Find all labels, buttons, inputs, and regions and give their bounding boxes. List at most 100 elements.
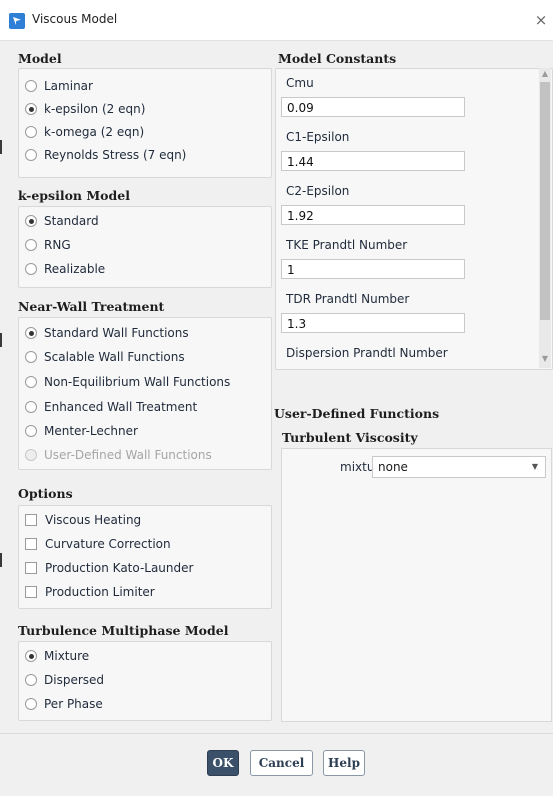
option-production-kato-launder[interactable]: Production Kato-Launder: [25, 557, 193, 579]
checkbox[interactable]: [25, 538, 37, 550]
title-bar: Viscous Model ×: [0, 0, 553, 41]
constant-input-c1-epsilon[interactable]: 1.44: [281, 151, 465, 171]
turbulent-viscosity-dropdown[interactable]: none ▼: [372, 456, 546, 478]
kepsilon-option-label: Realizable: [44, 262, 106, 276]
model-section-title: Model: [18, 51, 62, 66]
kepsilon-panel: Standard RNG Realizable: [18, 206, 272, 288]
checkbox[interactable]: [25, 562, 37, 574]
near-wall-option-label: Menter-Lechner: [44, 424, 138, 438]
radio-button[interactable]: [25, 149, 37, 161]
kepsilon-option-rng[interactable]: RNG: [25, 234, 71, 256]
model-option-label: Reynolds Stress (7 eqn): [44, 148, 187, 162]
close-button[interactable]: ×: [529, 8, 553, 32]
option-viscous-heating[interactable]: Viscous Heating: [25, 509, 141, 531]
chevron-down-icon: ▼: [531, 462, 538, 471]
udf-subtitle: Turbulent Viscosity: [282, 430, 418, 445]
kepsilon-section-title: k-epsilon Model: [18, 188, 130, 203]
constant-label-tdr-prandtl: TDR Prandtl Number: [286, 292, 410, 306]
background-edge-mark: [0, 333, 2, 347]
multiphase-option-per-phase[interactable]: Per Phase: [25, 693, 103, 715]
radio-button-selected[interactable]: [25, 650, 37, 662]
help-button[interactable]: Help: [323, 750, 365, 776]
radio-button-selected[interactable]: [25, 327, 37, 339]
dropdown-value: none: [378, 460, 408, 474]
options-section-title: Options: [18, 486, 73, 501]
near-wall-option-label: Enhanced Wall Treatment: [44, 400, 198, 414]
near-wall-option-label: User-Defined Wall Functions: [44, 448, 212, 462]
radio-button[interactable]: [25, 263, 37, 275]
near-wall-option-enhanced[interactable]: Enhanced Wall Treatment: [25, 396, 197, 418]
options-panel: Viscous Heating Curvature Correction Pro…: [18, 505, 272, 609]
multiphase-option-label: Dispersed: [44, 673, 105, 687]
constant-label-tke-prandtl: TKE Prandtl Number: [286, 238, 408, 252]
radio-button[interactable]: [25, 674, 37, 686]
radio-button-disabled: [25, 449, 37, 461]
near-wall-option-user-defined: User-Defined Wall Functions: [25, 444, 212, 466]
multiphase-option-dispersed[interactable]: Dispersed: [25, 669, 104, 691]
model-panel: Laminar k-epsilon (2 eqn) k-omega (2 eqn…: [18, 68, 272, 178]
background-edge-mark: [0, 140, 2, 154]
kepsilon-option-label: RNG: [44, 238, 71, 252]
window-title: Viscous Model: [32, 12, 118, 26]
constant-input-tdr-prandtl[interactable]: 1.3: [281, 313, 465, 333]
radio-button[interactable]: [25, 126, 37, 138]
option-label: Production Kato-Launder: [45, 561, 194, 575]
radio-button[interactable]: [25, 239, 37, 251]
near-wall-option-menter-lechner[interactable]: Menter-Lechner: [25, 420, 138, 442]
radio-button[interactable]: [25, 80, 37, 92]
near-wall-section-title: Near-Wall Treatment: [18, 299, 165, 314]
near-wall-option-scalable[interactable]: Scalable Wall Functions: [25, 346, 185, 368]
radio-button-selected[interactable]: [25, 103, 37, 115]
scroll-down-icon[interactable]: ▼: [539, 354, 551, 363]
option-curvature-correction[interactable]: Curvature Correction: [25, 533, 171, 555]
model-option-k-epsilon[interactable]: k-epsilon (2 eqn): [25, 98, 145, 120]
near-wall-option-standard[interactable]: Standard Wall Functions: [25, 322, 189, 344]
fluent-app-icon: [9, 13, 25, 29]
udf-section-title: User-Defined Functions: [274, 406, 440, 421]
constant-label-c2-epsilon: C2-Epsilon: [286, 184, 350, 198]
udf-panel: [281, 448, 552, 722]
multiphase-panel: Mixture Dispersed Per Phase: [18, 641, 272, 721]
button-bar-separator: [0, 733, 553, 734]
radio-button[interactable]: [25, 425, 37, 437]
option-label: Production Limiter: [45, 585, 155, 599]
near-wall-option-non-equilibrium[interactable]: Non-Equilibrium Wall Functions: [25, 371, 230, 393]
near-wall-panel: Standard Wall Functions Scalable Wall Fu…: [18, 317, 272, 470]
option-label: Viscous Heating: [45, 513, 142, 527]
kepsilon-option-realizable[interactable]: Realizable: [25, 258, 105, 280]
model-option-k-omega[interactable]: k-omega (2 eqn): [25, 121, 144, 143]
radio-button-selected[interactable]: [25, 215, 37, 227]
scroll-up-icon[interactable]: ▲: [539, 69, 551, 78]
cancel-button[interactable]: Cancel: [250, 750, 313, 776]
checkbox[interactable]: [25, 514, 37, 526]
multiphase-option-label: Per Phase: [44, 697, 103, 711]
multiphase-option-mixture[interactable]: Mixture: [25, 645, 89, 667]
checkbox[interactable]: [25, 586, 37, 598]
radio-button[interactable]: [25, 698, 37, 710]
kepsilon-option-standard[interactable]: Standard: [25, 210, 99, 232]
constant-label-dispersion-prandtl: Dispersion Prandtl Number: [286, 346, 448, 360]
radio-button[interactable]: [25, 401, 37, 413]
near-wall-option-label: Standard Wall Functions: [44, 326, 189, 340]
constants-scrollbar[interactable]: ▲ ▼: [539, 68, 551, 368]
radio-button[interactable]: [25, 351, 37, 363]
model-option-label: Laminar: [44, 79, 93, 93]
constant-input-tke-prandtl[interactable]: 1: [281, 259, 465, 279]
radio-button[interactable]: [25, 376, 37, 388]
scroll-thumb[interactable]: [540, 82, 550, 320]
multiphase-section-title: Turbulence Multiphase Model: [18, 623, 229, 638]
constant-input-c2-epsilon[interactable]: 1.92: [281, 205, 465, 225]
option-label: Curvature Correction: [45, 537, 171, 551]
near-wall-option-label: Non-Equilibrium Wall Functions: [44, 375, 231, 389]
model-option-label: k-epsilon (2 eqn): [44, 102, 146, 116]
constant-label-cmu: Cmu: [286, 76, 314, 90]
ok-button[interactable]: OK: [207, 750, 239, 776]
model-option-label: k-omega (2 eqn): [44, 125, 145, 139]
multiphase-option-label: Mixture: [44, 649, 90, 663]
model-option-laminar[interactable]: Laminar: [25, 75, 93, 97]
near-wall-option-label: Scalable Wall Functions: [44, 350, 185, 364]
constant-input-cmu[interactable]: 0.09: [281, 97, 465, 117]
model-option-reynolds-stress[interactable]: Reynolds Stress (7 eqn): [25, 144, 186, 166]
kepsilon-option-label: Standard: [44, 214, 99, 228]
option-production-limiter[interactable]: Production Limiter: [25, 581, 155, 603]
